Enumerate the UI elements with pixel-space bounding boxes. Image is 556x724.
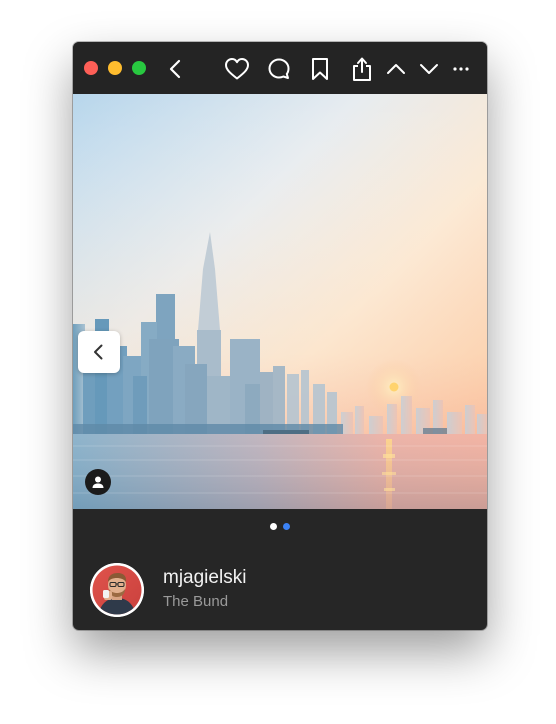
avatar-photo xyxy=(90,563,144,617)
previous-photo-button[interactable] xyxy=(78,331,120,373)
share-button[interactable] xyxy=(348,55,376,83)
bookmark-button[interactable] xyxy=(306,55,334,83)
share-icon xyxy=(353,57,371,81)
post-username[interactable]: mjagielski xyxy=(163,567,246,589)
chevron-left-icon xyxy=(94,344,103,360)
previous-post-button[interactable] xyxy=(382,55,410,83)
carousel-dot-active[interactable] xyxy=(283,523,290,530)
comment-icon xyxy=(268,58,290,79)
tagged-users-button[interactable] xyxy=(85,469,111,495)
more-options-button[interactable] xyxy=(447,55,475,83)
carousel-indicator xyxy=(73,523,487,531)
avatar[interactable] xyxy=(90,563,144,617)
post-photo[interactable] xyxy=(73,94,487,509)
bookmark-icon xyxy=(312,58,328,80)
comment-button[interactable] xyxy=(265,55,293,83)
carousel-dot[interactable] xyxy=(270,523,277,530)
skyline-image xyxy=(73,94,487,509)
app-window: mjagielski The Bund xyxy=(73,42,487,630)
more-icon xyxy=(453,67,469,71)
title-bar xyxy=(73,42,487,94)
chevron-left-icon xyxy=(169,59,181,79)
heart-icon xyxy=(225,58,249,80)
close-window-button[interactable] xyxy=(84,61,98,75)
back-button[interactable] xyxy=(162,55,190,83)
like-button[interactable] xyxy=(223,55,251,83)
zoom-window-button[interactable] xyxy=(132,61,146,75)
post-location[interactable]: The Bund xyxy=(163,593,228,611)
user-tag-icon xyxy=(92,476,104,488)
next-post-button[interactable] xyxy=(415,55,443,83)
chevron-up-icon xyxy=(387,64,405,74)
minimize-window-button[interactable] xyxy=(108,61,122,75)
chevron-down-icon xyxy=(420,64,438,74)
